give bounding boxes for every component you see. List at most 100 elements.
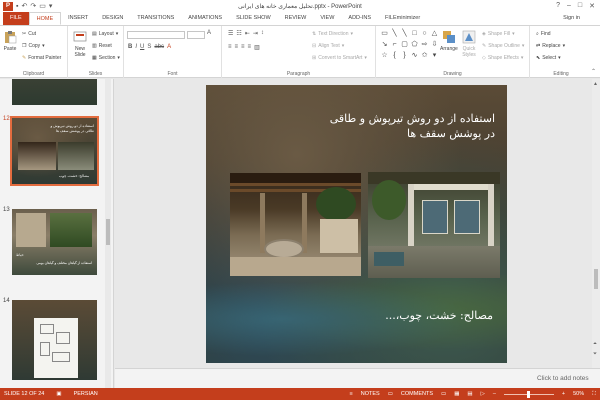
font-color-icon[interactable]: A xyxy=(167,44,171,50)
zoom-slider-thumb[interactable] xyxy=(527,390,531,398)
tab-design[interactable]: DESIGN xyxy=(95,12,130,25)
zoom-level[interactable]: 50% xyxy=(573,391,584,397)
more-shapes-icon[interactable]: ▾ xyxy=(430,51,439,61)
format-painter-button[interactable]: ✎ Format Painter xyxy=(22,55,61,61)
slide-vertical-scrollbar[interactable]: ▲ ⏶ ⏷ xyxy=(592,79,600,368)
convert-smartart-button[interactable]: ⊞ Convert to SmartArt ▾ xyxy=(312,55,367,61)
right-arrow-shape-icon[interactable]: ⇨ xyxy=(420,40,429,50)
star-shape-icon[interactable]: ☆ xyxy=(380,51,389,61)
section-button[interactable]: ▦ Section ▾ xyxy=(92,55,120,61)
textbox-shape-icon[interactable]: ▭ xyxy=(380,29,389,39)
tab-slide-show[interactable]: SLIDE SHOW xyxy=(229,12,278,25)
start-slideshow-icon[interactable]: ▭ xyxy=(39,2,46,10)
comments-button[interactable]: COMMENTS xyxy=(401,391,433,397)
next-slide-icon[interactable]: ⏷ xyxy=(593,351,597,357)
curve-shape-icon[interactable]: ∿ xyxy=(410,51,419,61)
arrange-button[interactable]: Arrange xyxy=(440,30,458,52)
tab-file[interactable]: FILE xyxy=(3,12,29,25)
courtyard-photo[interactable] xyxy=(230,173,361,276)
customize-toolbar-icon[interactable]: ▾ xyxy=(49,2,53,10)
tab-insert[interactable]: INSERT xyxy=(61,12,95,25)
slide-editing-area[interactable]: استفاده از دو روش تیرپوش و طاقی در پوشش … xyxy=(115,79,600,388)
decrease-indent-icon[interactable]: ⇤ xyxy=(245,30,250,37)
language-indicator[interactable]: PERSIAN xyxy=(74,391,98,397)
reset-button[interactable]: ▥ Reset xyxy=(92,43,112,49)
bullets-icon[interactable]: ☰ xyxy=(228,30,233,37)
justify-icon[interactable]: ≡ xyxy=(248,44,252,51)
save-icon[interactable]: ▪ xyxy=(16,3,18,10)
tab-home[interactable]: HOME xyxy=(28,12,62,25)
line-shape-icon[interactable]: ╲ xyxy=(400,29,409,39)
tab-fileminimizer[interactable]: FILEminimizer xyxy=(378,12,427,25)
spellcheck-icon[interactable]: ▣ xyxy=(56,391,61,397)
fit-slide-icon[interactable]: ⛶ xyxy=(592,391,596,398)
strikethrough-icon[interactable]: abc xyxy=(154,44,164,50)
align-left-icon[interactable]: ≡ xyxy=(228,44,232,51)
tab-transitions[interactable]: TRANSITIONS xyxy=(130,12,181,25)
minimize-button[interactable]: – xyxy=(567,2,571,10)
notes-pane[interactable]: Click to add notes xyxy=(115,368,600,388)
arrow-shape-icon[interactable]: ↘ xyxy=(380,40,389,50)
slide-thumbnail-pane[interactable]: 12 استفاده از دو روش تیرپوش و طاقی در پو… xyxy=(0,79,114,388)
shape-effects-button[interactable]: ◇ Shape Effects ▾ xyxy=(482,55,523,61)
zoom-out-icon[interactable]: – xyxy=(493,391,496,397)
shape-outline-button[interactable]: ✎ Shape Outline ▾ xyxy=(482,43,524,49)
normal-view-icon[interactable]: ▭ xyxy=(441,391,446,397)
redo-icon[interactable]: ↷ xyxy=(30,2,36,10)
tab-view[interactable]: VIEW xyxy=(313,12,341,25)
slide-sorter-icon[interactable]: ▦ xyxy=(454,391,459,397)
shapes-gallery[interactable]: ▭ ╲ ╲ □ ○ △ ↘ ⌐ ▢ ⬠ ⇨ ⇩ ☆ { } ∿ ✩ ▾ xyxy=(380,29,439,61)
iwan-photo[interactable] xyxy=(368,172,500,278)
reading-view-icon[interactable]: ▤ xyxy=(467,391,472,397)
close-button[interactable]: ✕ xyxy=(589,2,595,10)
collapse-ribbon-icon[interactable]: ⌃ xyxy=(591,68,596,75)
increase-font-icon[interactable]: A xyxy=(207,30,211,36)
thumbnail-scrollbar[interactable] xyxy=(105,79,111,388)
notes-placeholder[interactable]: Click to add notes xyxy=(537,375,589,382)
rounded-rect-shape-icon[interactable]: ▢ xyxy=(400,40,409,50)
new-slide-button[interactable]: New Slide xyxy=(71,30,89,58)
star-shape-icon[interactable]: ✩ xyxy=(420,51,429,61)
slide-materials-text[interactable]: مصالح: خشت، چوب،... xyxy=(385,309,493,322)
shape-fill-button[interactable]: ◈ Shape Fill ▾ xyxy=(482,31,515,37)
brace-shape-icon[interactable]: } xyxy=(400,51,409,61)
slide-heading[interactable]: استفاده از دو روش تیرپوش و طاقی در پوشش … xyxy=(325,111,495,141)
triangle-shape-icon[interactable]: △ xyxy=(430,29,439,39)
line-shape-icon[interactable]: ╲ xyxy=(390,29,399,39)
brace-shape-icon[interactable]: { xyxy=(390,51,399,61)
bold-icon[interactable]: B xyxy=(128,44,132,50)
replace-button[interactable]: ⇄ Replace ▾ xyxy=(536,43,565,49)
find-button[interactable]: ⌕ Find xyxy=(536,31,551,37)
scrollbar-thumb[interactable] xyxy=(594,269,598,289)
connector-shape-icon[interactable]: ⌐ xyxy=(390,40,399,50)
copy-button[interactable]: ❐ Copy ▾ xyxy=(22,43,45,49)
help-button[interactable]: ? xyxy=(556,2,560,10)
tab-animations[interactable]: ANIMATIONS xyxy=(181,12,229,25)
down-arrow-shape-icon[interactable]: ⇩ xyxy=(430,40,439,50)
sign-in-link[interactable]: Sign in xyxy=(563,12,600,25)
maximize-button[interactable]: □ xyxy=(578,2,582,10)
layout-button[interactable]: ▤ Layout ▾ xyxy=(92,31,118,37)
quick-styles-button[interactable]: Quick Styles xyxy=(460,30,478,58)
align-center-icon[interactable]: ≡ xyxy=(235,44,239,51)
select-button[interactable]: ⬉ Select ▾ xyxy=(536,55,561,61)
rectangle-shape-icon[interactable]: □ xyxy=(410,29,419,39)
zoom-in-icon[interactable]: + xyxy=(562,391,565,397)
slideshow-view-icon[interactable]: ▷ xyxy=(481,391,485,397)
cut-button[interactable]: ✂ Cut xyxy=(22,31,36,37)
paste-button[interactable]: Paste xyxy=(3,30,17,52)
text-direction-button[interactable]: ⇅ Text Direction ▾ xyxy=(312,31,353,37)
zoom-slider[interactable] xyxy=(503,390,554,398)
underline-icon[interactable]: U xyxy=(140,44,144,50)
notes-button[interactable]: NOTES xyxy=(361,391,380,397)
italic-icon[interactable]: I xyxy=(135,44,137,50)
undo-icon[interactable]: ↶ xyxy=(21,2,27,10)
line-spacing-icon[interactable]: ↕ xyxy=(261,30,264,37)
columns-icon[interactable]: ▥ xyxy=(254,44,260,51)
tab-add-ins[interactable]: ADD-INS xyxy=(341,12,378,25)
scroll-up-icon[interactable]: ▲ xyxy=(593,81,598,87)
oval-shape-icon[interactable]: ○ xyxy=(420,29,429,39)
increase-indent-icon[interactable]: ⇥ xyxy=(253,30,258,37)
align-right-icon[interactable]: ≡ xyxy=(241,44,245,51)
previous-slide-icon[interactable]: ⏶ xyxy=(593,341,597,347)
